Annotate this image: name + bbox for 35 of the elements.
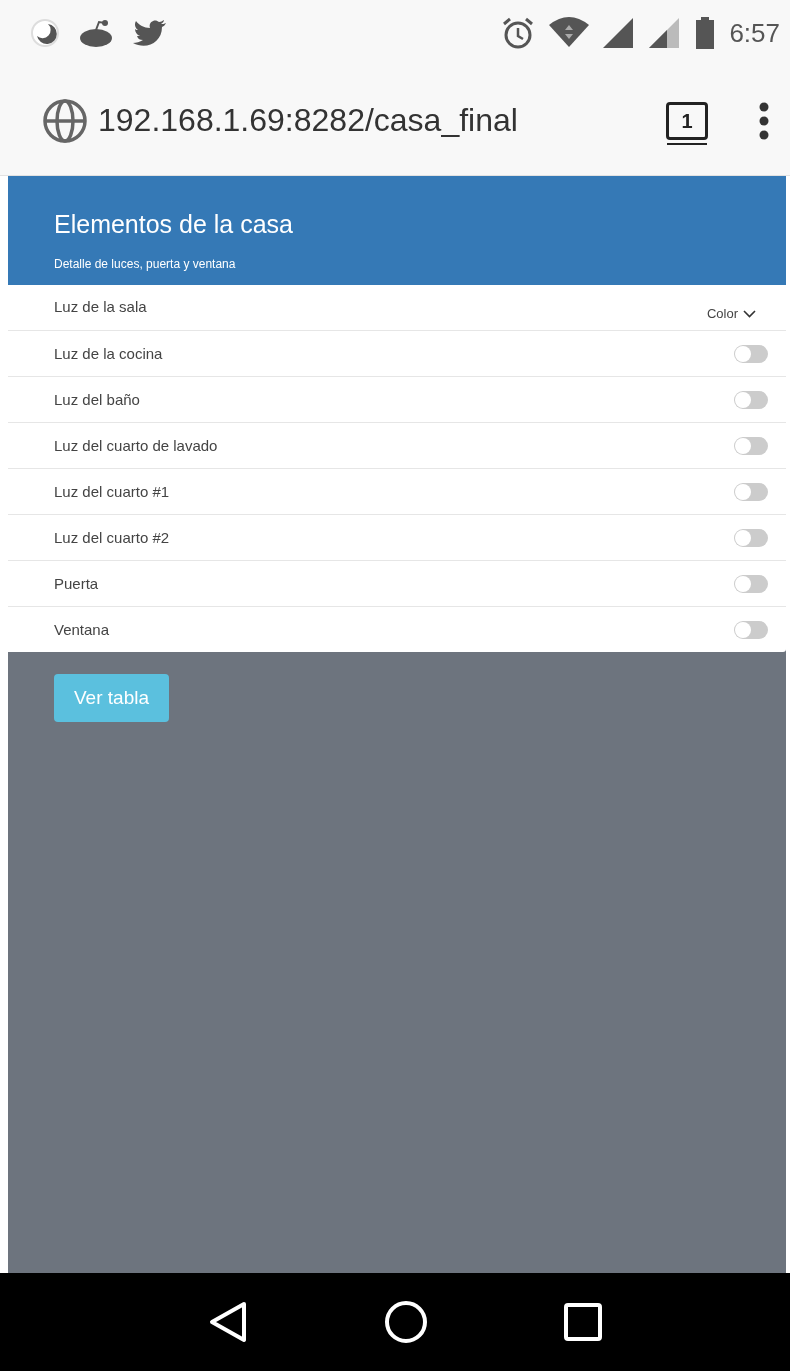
item-label: Luz de la sala [54, 298, 147, 315]
back-icon[interactable] [208, 1301, 248, 1343]
toggle-switch[interactable] [734, 574, 768, 593]
globe-icon [42, 97, 88, 144]
alarm-clock-icon [501, 16, 536, 50]
bird-icon [132, 18, 168, 48]
status-time: 6:57 [729, 17, 780, 49]
chevron-down-icon [743, 309, 756, 318]
home-icon[interactable] [384, 1300, 428, 1344]
item-label: Luz del cuarto #1 [54, 483, 170, 500]
page-title: Elementos de la casa [54, 210, 295, 239]
item-label: Puerta [54, 575, 99, 592]
moon-icon [30, 18, 60, 48]
item-label: Luz del baño [54, 391, 140, 408]
url-text[interactable]: 192.168.1.69:8282/casa_final [98, 102, 666, 139]
toggle-switch[interactable] [734, 344, 768, 363]
item-label: Ventana [54, 621, 110, 638]
toggle-switch[interactable] [734, 482, 768, 501]
alien-icon [78, 18, 114, 48]
battery-icon [695, 17, 716, 49]
signal-icon [603, 18, 636, 48]
recents-icon[interactable] [564, 1303, 602, 1341]
toggle-switch[interactable] [734, 436, 768, 455]
item-label: Luz de la cocina [54, 345, 163, 362]
item-label: Luz del cuarto de lavado [54, 437, 218, 454]
toggle-switch[interactable] [734, 620, 768, 639]
tab-count-button[interactable]: 1 [666, 102, 708, 140]
item-label: Luz del cuarto #2 [54, 529, 170, 546]
more-menu-icon[interactable] [758, 100, 770, 141]
page-subtitle: Detalle de luces, puerta y ventana [54, 257, 237, 271]
color-dropdown[interactable]: Color [706, 306, 768, 321]
toggle-switch[interactable] [734, 390, 768, 409]
toggle-switch[interactable] [734, 528, 768, 547]
signal-icon [649, 18, 682, 48]
wifi-icon [549, 17, 590, 49]
